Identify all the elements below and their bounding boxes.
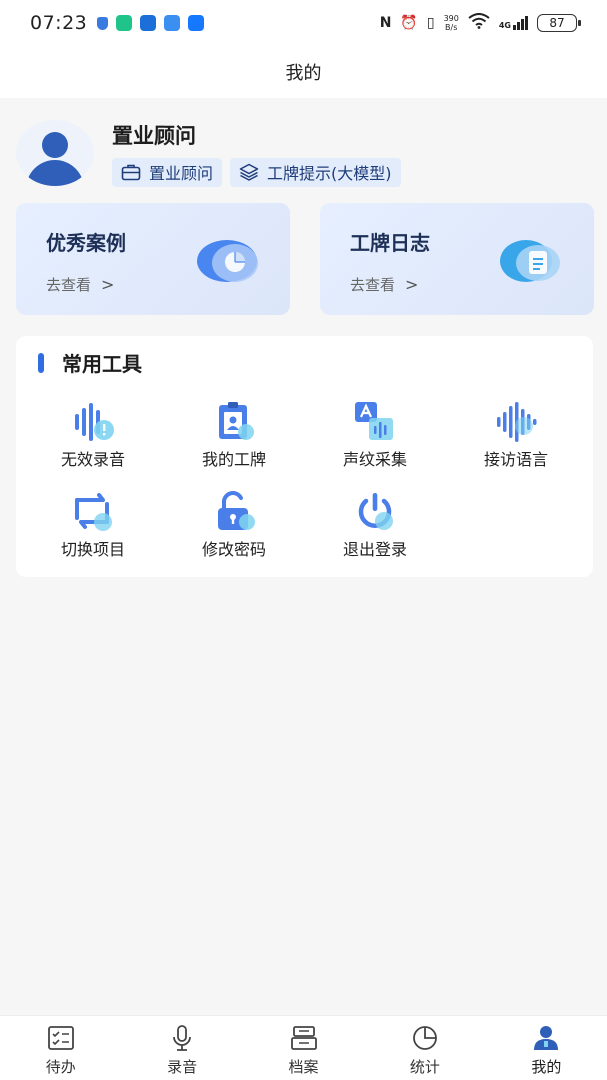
- power-icon: [358, 493, 393, 530]
- nav-item-archive[interactable]: 档案: [243, 1016, 364, 1080]
- tools-header: 常用工具: [38, 348, 142, 377]
- nav-item-mine[interactable]: 我的: [486, 1016, 607, 1080]
- status-time: 07:23: [30, 12, 88, 34]
- role-tag: 置业顾问: [112, 157, 223, 187]
- pie-chart-art-icon: [197, 240, 258, 282]
- wifi-icon: [468, 13, 490, 33]
- vibrate-icon: ▯: [426, 15, 435, 31]
- signal-icon: 4G: [499, 16, 528, 30]
- alarm-icon: ⏰: [400, 15, 418, 31]
- badge-log-card[interactable]: 工牌日志 去查看 >: [320, 203, 594, 315]
- tool-voiceprint[interactable]: 声纹采集: [305, 400, 445, 470]
- common-tools-panel: 常用工具 无效录音 我的工牌 声纹采集 接访语言 切换项目 修改密码 退出登录: [16, 336, 593, 577]
- voiceprint-icon: [355, 402, 393, 440]
- switch-icon: [75, 493, 112, 531]
- tools-title: 常用工具: [62, 352, 142, 376]
- alipay-icon: [188, 15, 205, 31]
- chevron-right-icon: >: [101, 275, 115, 294]
- avatar[interactable]: [16, 120, 94, 186]
- nav-item-todo[interactable]: 待办: [0, 1016, 121, 1080]
- profile-section: 置业顾问 置业顾问 工牌提示(大模型): [16, 118, 591, 188]
- layers-icon: [239, 163, 259, 181]
- tool-my-badge[interactable]: 我的工牌: [164, 400, 304, 470]
- section-indicator: [38, 352, 44, 373]
- nfc-icon: N: [379, 15, 392, 31]
- tool-reception-language[interactable]: 接访语言: [446, 400, 586, 470]
- page-title: 我的: [285, 63, 322, 84]
- profile-info: 置业顾问 置业顾问 工牌提示(大模型): [112, 120, 401, 187]
- todo-icon: [47, 1026, 74, 1050]
- archive-icon: [290, 1026, 317, 1050]
- tool-invalid-recording[interactable]: 无效录音: [23, 400, 163, 470]
- lock-icon: [218, 491, 255, 530]
- role-tag-label: 置业顾问: [149, 164, 214, 183]
- tool-logout[interactable]: 退出登录: [305, 490, 445, 560]
- briefcase-icon: [121, 164, 141, 181]
- status-right: N ⏰ ▯ 390 B/s 4G 87: [379, 13, 581, 33]
- soundwave-icon: [497, 402, 537, 442]
- status-bar: 07:23 N ⏰ ▯ 390 B/s 4G 87: [0, 0, 607, 46]
- weather-icon: [164, 15, 181, 31]
- pie-chart-icon: [413, 1026, 437, 1050]
- bottom-navigation: 待办 录音 档案 统计 我的: [0, 1015, 607, 1080]
- invalid-recording-icon: [75, 403, 114, 441]
- profile-tags: 置业顾问 工牌提示(大模型): [112, 157, 401, 187]
- page-header: 我的: [0, 46, 607, 98]
- feature-tag: 工牌提示(大模型): [230, 157, 401, 187]
- document-art-icon: [500, 240, 560, 282]
- badge-icon: [219, 402, 254, 440]
- feature-tag-label: 工牌提示(大模型): [267, 164, 392, 183]
- user-icon: [534, 1026, 559, 1050]
- notification-icons: [97, 15, 205, 31]
- excellent-cases-card[interactable]: 优秀案例 去查看 >: [16, 203, 290, 315]
- net-speed: 390 B/s: [443, 14, 459, 32]
- chevron-right-icon: >: [405, 275, 419, 294]
- app-green-icon: [116, 15, 133, 31]
- shield-icon: [97, 16, 109, 30]
- nav-item-statistics[interactable]: 统计: [364, 1016, 485, 1080]
- tool-change-password[interactable]: 修改密码: [164, 490, 304, 560]
- microphone-icon: [173, 1025, 192, 1051]
- battery-indicator: 87: [537, 14, 581, 32]
- tool-switch-project[interactable]: 切换项目: [23, 490, 163, 560]
- nav-item-recording[interactable]: 录音: [121, 1016, 242, 1080]
- app-play-icon: [140, 15, 157, 31]
- profile-name: 置业顾问: [112, 123, 196, 148]
